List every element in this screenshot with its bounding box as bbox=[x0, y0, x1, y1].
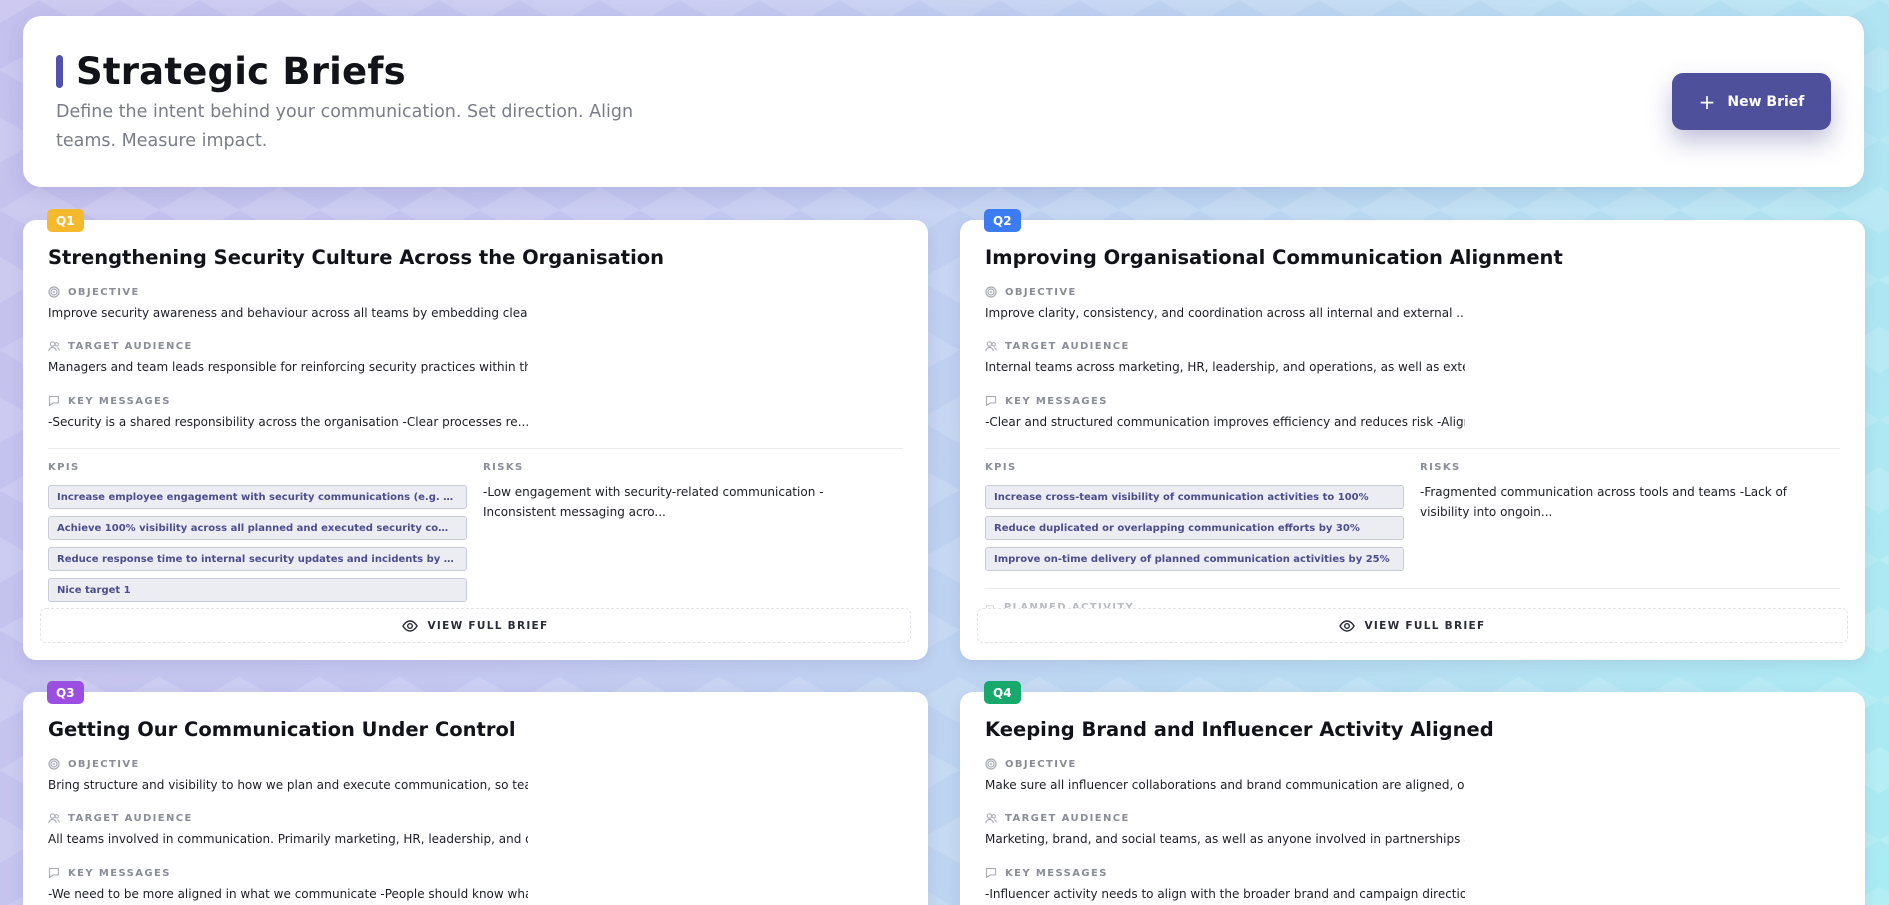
divider bbox=[985, 448, 1840, 449]
quarter-badge: Q1 bbox=[47, 209, 84, 232]
brief-title: Strengthening Security Culture Across th… bbox=[48, 246, 665, 269]
risks-value: -Low engagement with security-related co… bbox=[483, 485, 824, 519]
brief-title: Keeping Brand and Influencer Activity Al… bbox=[985, 718, 1494, 741]
objective-field: OBJECTIVE Improve clarity, consistency, … bbox=[985, 286, 1465, 320]
audience-field: TARGET AUDIENCE Marketing, brand, and so… bbox=[985, 812, 1465, 847]
kpi-text: Reduce response time to internal securit… bbox=[57, 553, 458, 565]
page-subtitle: Define the intent behind your communicat… bbox=[56, 102, 634, 151]
new-brief-label: New Brief bbox=[1727, 93, 1805, 110]
view-full-brief-label: VIEW FULL BRIEF bbox=[1364, 619, 1486, 632]
kpi-chip: Reduce response time to internal securit… bbox=[48, 547, 467, 571]
users-icon bbox=[985, 341, 997, 352]
kpi-text: Nice target 1 bbox=[57, 584, 131, 596]
objective-value: Make sure all influencer collaborations … bbox=[985, 778, 1465, 792]
target-icon bbox=[985, 286, 997, 298]
messages-field: KEY MESSAGES -We need to be more aligned… bbox=[48, 867, 528, 902]
brief-card[interactable]: Q1 Strengthening Security Culture Across… bbox=[23, 209, 928, 660]
new-brief-button[interactable]: + New Brief bbox=[1672, 73, 1831, 130]
view-full-brief-button[interactable]: VIEW FULL BRIEF bbox=[40, 608, 911, 643]
messages-label: KEY MESSAGES bbox=[68, 395, 171, 407]
message-icon bbox=[985, 867, 997, 879]
objective-field: OBJECTIVE Bring structure and visibility… bbox=[48, 758, 528, 792]
audience-value: Marketing, brand, and social teams, as w… bbox=[985, 832, 1465, 846]
kpi-text: Reduce duplicated or overlapping communi… bbox=[994, 522, 1360, 534]
audience-value: Managers and team leads responsible for … bbox=[48, 360, 528, 374]
kpi-text: Achieve 100% visibility across all plann… bbox=[57, 522, 458, 534]
risks-label: RISKS bbox=[483, 462, 524, 473]
kpi-text: Increase cross-team visibility of commun… bbox=[994, 491, 1369, 503]
audience-label: TARGET AUDIENCE bbox=[1005, 812, 1130, 824]
messages-label: KEY MESSAGES bbox=[1005, 867, 1108, 879]
objective-field: OBJECTIVE Improve security awareness and… bbox=[48, 286, 528, 320]
view-full-brief-button[interactable]: VIEW FULL BRIEF bbox=[977, 608, 1848, 643]
messages-label: KEY MESSAGES bbox=[1005, 395, 1108, 407]
kpi-text: Improve on-time delivery of planned comm… bbox=[994, 553, 1390, 565]
kpi-text: Increase employee engagement with securi… bbox=[57, 491, 458, 503]
messages-value: -Security is a shared responsibility acr… bbox=[48, 415, 528, 429]
divider bbox=[985, 588, 1840, 589]
divider bbox=[48, 448, 903, 449]
objective-value: Improve security awareness and behaviour… bbox=[48, 306, 528, 320]
message-icon bbox=[985, 395, 997, 407]
messages-field: KEY MESSAGES -Influencer activity needs … bbox=[985, 867, 1465, 902]
audience-field: TARGET AUDIENCE Managers and team leads … bbox=[48, 340, 528, 375]
users-icon bbox=[48, 341, 60, 352]
objective-label: OBJECTIVE bbox=[68, 286, 140, 298]
kpi-chip: Increase cross-team visibility of commun… bbox=[985, 485, 1404, 509]
objective-label: OBJECTIVE bbox=[1005, 758, 1077, 770]
kpi-chip: Achieve 100% visibility across all plann… bbox=[48, 516, 467, 540]
eye-icon bbox=[1339, 619, 1356, 632]
page-title: Strategic Briefs bbox=[76, 50, 406, 93]
objective-field: OBJECTIVE Make sure all influencer colla… bbox=[985, 758, 1465, 792]
audience-field: TARGET AUDIENCE All teams involved in co… bbox=[48, 812, 528, 847]
title-wrap: Strategic Briefs bbox=[56, 50, 406, 93]
audience-label: TARGET AUDIENCE bbox=[68, 340, 193, 352]
kpis-label: KPIS bbox=[985, 462, 1017, 473]
message-icon bbox=[48, 395, 60, 407]
audience-value: Internal teams across marketing, HR, lea… bbox=[985, 360, 1465, 374]
objective-value: Bring structure and visibility to how we… bbox=[48, 778, 528, 792]
users-icon bbox=[985, 813, 997, 824]
brief-card[interactable]: Q4 Keeping Brand and Influencer Activity… bbox=[960, 681, 1865, 905]
quarter-badge: Q3 bbox=[47, 681, 84, 704]
page-header: Strategic Briefs Define the intent behin… bbox=[23, 16, 1864, 187]
kpi-chip: Improve on-time delivery of planned comm… bbox=[985, 547, 1404, 571]
objective-label: OBJECTIVE bbox=[1005, 286, 1077, 298]
audience-label: TARGET AUDIENCE bbox=[1005, 340, 1130, 352]
messages-label: KEY MESSAGES bbox=[68, 867, 171, 879]
brief-card[interactable]: Q3 Getting Our Communication Under Contr… bbox=[23, 681, 928, 905]
kpi-chip: Nice target 1 bbox=[48, 578, 467, 602]
quarter-badge: Q2 bbox=[984, 209, 1021, 232]
users-icon bbox=[48, 813, 60, 824]
brief-title: Getting Our Communication Under Control bbox=[48, 718, 516, 741]
risks-value: -Fragmented communication across tools a… bbox=[1420, 485, 1788, 519]
plus-icon: + bbox=[1698, 89, 1716, 114]
target-icon bbox=[985, 758, 997, 770]
quarter-badge: Q4 bbox=[984, 681, 1021, 704]
objective-value: Improve clarity, consistency, and coordi… bbox=[985, 306, 1465, 320]
audience-value: All teams involved in communication. Pri… bbox=[48, 832, 528, 846]
messages-value: -We need to be more aligned in what we c… bbox=[48, 887, 528, 901]
kpi-chip: Increase employee engagement with securi… bbox=[48, 485, 467, 509]
brief-title: Improving Organisational Communication A… bbox=[985, 246, 1563, 269]
kpi-chip: Reduce duplicated or overlapping communi… bbox=[985, 516, 1404, 540]
messages-field: KEY MESSAGES -Clear and structured commu… bbox=[985, 395, 1465, 430]
messages-value: -Clear and structured communication impr… bbox=[985, 415, 1465, 429]
messages-field: KEY MESSAGES -Security is a shared respo… bbox=[48, 395, 528, 430]
audience-label: TARGET AUDIENCE bbox=[68, 812, 193, 824]
title-accent-bar bbox=[56, 55, 63, 88]
kpis-label: KPIS bbox=[48, 462, 80, 473]
target-icon bbox=[48, 286, 60, 298]
risks-label: RISKS bbox=[1420, 462, 1461, 473]
audience-field: TARGET AUDIENCE Internal teams across ma… bbox=[985, 340, 1465, 375]
view-full-brief-label: VIEW FULL BRIEF bbox=[427, 619, 549, 632]
target-icon bbox=[48, 758, 60, 770]
brief-card[interactable]: Q2 Improving Organisational Communicatio… bbox=[960, 209, 1865, 660]
message-icon bbox=[48, 867, 60, 879]
messages-value: -Influencer activity needs to align with… bbox=[985, 887, 1465, 901]
eye-icon bbox=[402, 619, 419, 632]
objective-label: OBJECTIVE bbox=[68, 758, 140, 770]
